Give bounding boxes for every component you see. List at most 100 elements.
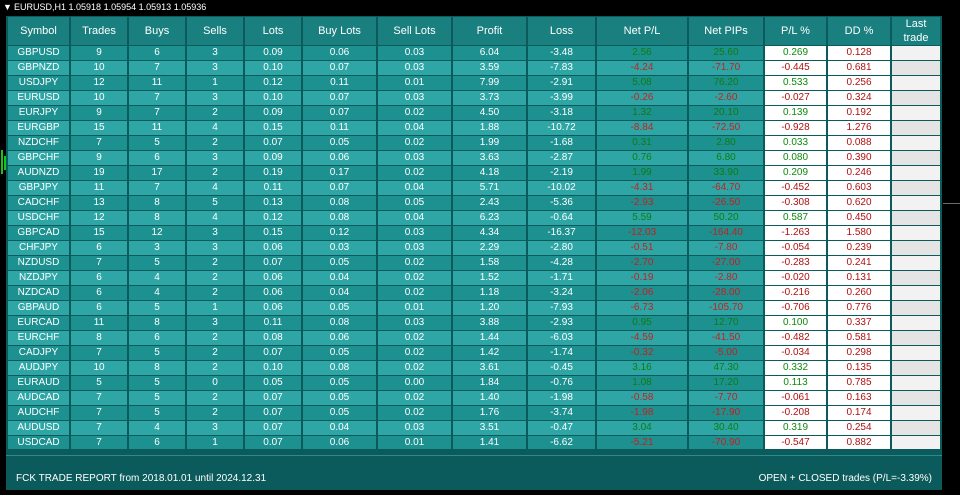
cell-net-pl: -0.26 xyxy=(597,91,687,105)
cell-sell-lots: 0.04 xyxy=(378,211,451,225)
table-row[interactable]: AUDNZD 19 17 2 0.19 0.17 0.02 4.18 -2.19 1.99 33.9… xyxy=(8,166,940,180)
table-row[interactable]: GBPJPY 11 7 4 0.11 0.07 0.04 5.71 -10.02 -4.31 -64… xyxy=(8,181,940,195)
chart-price-line xyxy=(943,203,960,204)
cell-sells: 3 xyxy=(187,226,243,240)
cell-buys: 11 xyxy=(129,76,185,90)
column-header-profit[interactable]: Profit xyxy=(453,17,526,45)
cell-profit: 1.18 xyxy=(453,286,526,300)
column-header-net-pips[interactable]: Net PIPs xyxy=(689,17,763,45)
cell-profit: 2.29 xyxy=(453,241,526,255)
cell-pl-percent: -0.054 xyxy=(765,241,826,255)
cell-dd-percent: 0.882 xyxy=(828,436,890,450)
table-row[interactable]: CHFJPY 6 3 3 0.06 0.03 0.03 2.29 -2.80 -0.51 -7.80… xyxy=(8,241,940,255)
table-row[interactable]: GBPNZD 10 7 3 0.10 0.07 0.03 3.59 -7.83 -4.24 -71.… xyxy=(8,61,940,75)
cell-loss: -7.83 xyxy=(528,61,595,75)
cell-last-trade xyxy=(892,136,940,150)
cell-last-trade xyxy=(892,76,940,90)
cell-last-trade xyxy=(892,271,940,285)
cell-sell-lots: 0.02 xyxy=(378,136,451,150)
table-row[interactable]: NZDJPY 6 4 2 0.06 0.04 0.02 1.52 -1.71 -0.19 -2.80… xyxy=(8,271,940,285)
cell-trades: 7 xyxy=(71,346,127,360)
cell-symbol: AUDJPY xyxy=(8,361,69,375)
table-row[interactable]: USDCHF 12 8 4 0.12 0.08 0.04 6.23 -0.64 5.59 50.20… xyxy=(8,211,940,225)
cell-pl-percent: -0.034 xyxy=(765,346,826,360)
table-row[interactable]: GBPUSD 9 6 3 0.09 0.06 0.03 6.04 -3.48 2.56 25.60 0… xyxy=(8,46,940,60)
table-row[interactable]: EURGBP 15 11 4 0.15 0.11 0.04 1.88 -10.72 -8.84 -7… xyxy=(8,121,940,135)
cell-last-trade xyxy=(892,391,940,405)
table-row[interactable]: GBPCAD 15 12 3 0.15 0.12 0.03 4.34 -16.37 -12.03-… xyxy=(8,226,940,240)
cell-buys: 8 xyxy=(129,211,185,225)
table-row[interactable]: GBPAUD 6 5 1 0.06 0.05 0.01 1.20 -7.93 -6.73 -105.… xyxy=(8,301,940,315)
cell-net-pl: 3.04 xyxy=(597,421,687,435)
column-header-buys[interactable]: Buys xyxy=(129,17,185,45)
price-close: 1.05936 xyxy=(173,2,207,12)
cell-buys: 5 xyxy=(129,376,185,390)
cell-net-pips: -71.70 xyxy=(689,61,763,75)
cell-symbol: GBPCHF xyxy=(8,151,69,165)
cell-symbol: GBPUSD xyxy=(8,46,69,60)
cell-loss: -1.74 xyxy=(528,346,595,360)
cell-profit: 4.34 xyxy=(453,226,526,240)
cell-loss: -3.74 xyxy=(528,406,595,420)
cell-dd-percent: 0.390 xyxy=(828,151,890,165)
table-row[interactable]: EURCHF 8 6 2 0.08 0.06 0.02 1.44 -6.03 -4.59 -41.5… xyxy=(8,331,940,345)
cell-loss: -2.91 xyxy=(528,76,595,90)
cell-sells: 3 xyxy=(187,91,243,105)
column-header-trades[interactable]: Trades xyxy=(71,17,127,45)
cell-net-pl: -4.31 xyxy=(597,181,687,195)
table-row[interactable]: GBPCHF 9 6 3 0.09 0.06 0.03 3.63 -2.87 0.76 6.80 0.… xyxy=(8,151,940,165)
cell-trades: 12 xyxy=(71,211,127,225)
cell-net-pips: -17.90 xyxy=(689,406,763,420)
column-header-sells[interactable]: Sells xyxy=(187,17,243,45)
cell-sell-lots: 0.01 xyxy=(378,436,451,450)
column-header-buy-lots[interactable]: Buy Lots xyxy=(303,17,376,45)
column-header-lots[interactable]: Lots xyxy=(245,17,301,45)
cell-dd-percent: 0.620 xyxy=(828,196,890,210)
cell-buy-lots: 0.04 xyxy=(303,271,376,285)
cell-net-pl: 0.95 xyxy=(597,316,687,330)
cell-trades: 7 xyxy=(71,421,127,435)
chart-collapse-icon[interactable]: ▼ xyxy=(3,2,12,12)
cell-buys: 11 xyxy=(129,121,185,135)
column-header-last-trade[interactable]: Last trade xyxy=(892,17,940,45)
column-header-dd[interactable]: DD % xyxy=(828,17,890,45)
cell-lots: 0.09 xyxy=(245,46,301,60)
cell-loss: -2.93 xyxy=(528,316,595,330)
table-row[interactable]: CADJPY 7 5 2 0.07 0.05 0.02 1.42 -1.74 -0.32 -5.00… xyxy=(8,346,940,360)
table-row[interactable]: EURUSD 10 7 3 0.10 0.07 0.03 3.73 -3.99 -0.26 -2.6… xyxy=(8,91,940,105)
cell-symbol: GBPNZD xyxy=(8,61,69,75)
column-header-sell-lots[interactable]: Sell Lots xyxy=(378,17,451,45)
cell-pl-percent: 0.319 xyxy=(765,421,826,435)
table-row[interactable]: AUDCHF 7 5 2 0.07 0.05 0.02 1.76 -3.74 -1.98 -17.9… xyxy=(8,406,940,420)
cell-lots: 0.13 xyxy=(245,196,301,210)
table-row[interactable]: AUDJPY 10 8 2 0.10 0.08 0.02 3.61 -0.45 3.16 47.30… xyxy=(8,361,940,375)
table-row[interactable]: USDCAD 7 6 1 0.07 0.06 0.01 1.41 -6.62 -5.21 -70.9… xyxy=(8,436,940,450)
cell-net-pips: -41.50 xyxy=(689,331,763,345)
column-header-p-l[interactable]: P/L % xyxy=(765,17,826,45)
table-row[interactable]: EURJPY 9 7 2 0.09 0.07 0.02 4.50 -3.18 1.32 20.10 0… xyxy=(8,106,940,120)
table-row[interactable]: NZDUSD 7 5 2 0.07 0.05 0.02 1.58 -4.28 -2.70 -27.0… xyxy=(8,256,940,270)
cell-buys: 5 xyxy=(129,346,185,360)
cell-net-pips: -27.00 xyxy=(689,256,763,270)
cell-buys: 12 xyxy=(129,226,185,240)
table-row[interactable]: NZDCHF 7 5 2 0.07 0.05 0.02 1.99 -1.68 0.31 2.80 0.… xyxy=(8,136,940,150)
column-header-net-p-l[interactable]: Net P/L xyxy=(597,17,687,45)
cell-dd-percent: 0.337 xyxy=(828,316,890,330)
table-row[interactable]: CADCHF 13 8 5 0.13 0.08 0.05 2.43 -5.36 -2.93 -26.… xyxy=(8,196,940,210)
table-row[interactable]: USDJPY 12 11 1 0.12 0.11 0.01 7.99 -2.91 5.08 76.2… xyxy=(8,76,940,90)
column-header-symbol[interactable]: Symbol xyxy=(8,17,69,45)
price-open: 1.05918 xyxy=(68,2,102,12)
table-row[interactable]: AUDUSD 7 4 3 0.07 0.04 0.03 3.51 -0.47 3.04 30.40 0… xyxy=(8,421,940,435)
cell-loss: -10.02 xyxy=(528,181,595,195)
cell-trades: 6 xyxy=(71,271,127,285)
column-header-loss[interactable]: Loss xyxy=(528,17,595,45)
cell-sells: 2 xyxy=(187,361,243,375)
cell-loss: -3.48 xyxy=(528,46,595,60)
table-row[interactable]: AUDCAD 7 5 2 0.07 0.05 0.02 1.40 -1.98 -0.58 -7.70… xyxy=(8,391,940,405)
cell-pl-percent: -0.928 xyxy=(765,121,826,135)
table-row[interactable]: NZDCAD 6 4 2 0.06 0.04 0.02 1.18 -3.24 -2.06 -28.0… xyxy=(8,286,940,300)
cell-net-pl: 3.16 xyxy=(597,361,687,375)
table-row[interactable]: EURAUD 5 5 0 0.05 0.05 0.00 1.84 -0.76 1.08 17.20 0… xyxy=(8,376,940,390)
table-row[interactable]: EURCAD 11 8 3 0.11 0.08 0.03 3.88 -2.93 0.95 12.70… xyxy=(8,316,940,330)
cell-pl-percent: -0.061 xyxy=(765,391,826,405)
